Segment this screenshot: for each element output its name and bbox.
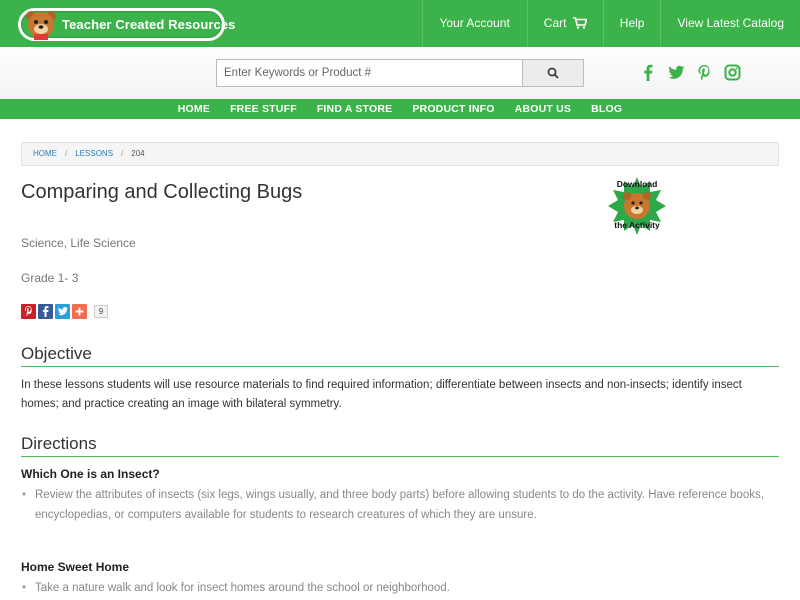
twitter-icon xyxy=(57,307,68,316)
help-label: Help xyxy=(619,16,645,30)
cart-link[interactable]: Cart xyxy=(526,0,603,47)
badge-text-top: Download xyxy=(617,179,658,189)
share-buttons: 9 xyxy=(21,304,108,319)
nav-product-info[interactable]: PRODUCT INFO xyxy=(402,99,504,119)
top-bar: Teacher Created Resources Your Account C… xyxy=(0,0,800,47)
instagram-icon[interactable] xyxy=(724,64,741,81)
share-facebook-button[interactable] xyxy=(38,304,53,319)
direction-bullet: Take a nature walk and look for insect h… xyxy=(21,578,781,598)
account-nav: Your Account Cart Help View Latest Catal… xyxy=(421,0,800,47)
site-logo[interactable]: Teacher Created Resources xyxy=(18,8,235,41)
nav-home[interactable]: HOME xyxy=(168,99,220,119)
direction-title: Home Sweet Home xyxy=(21,560,130,574)
view-catalog-link[interactable]: View Latest Catalog xyxy=(660,0,800,47)
bear-mascot-icon xyxy=(26,11,56,40)
pinterest-icon[interactable] xyxy=(696,64,713,81)
breadcrumb-current: 204 xyxy=(131,149,145,158)
breadcrumb-lessons[interactable]: LESSONS xyxy=(75,149,113,158)
nav-blog[interactable]: BLOG xyxy=(581,99,632,119)
direction-bullet: Review the attributes of insects (six le… xyxy=(21,485,781,525)
social-links xyxy=(640,64,741,81)
share-more-button[interactable] xyxy=(72,304,87,319)
share-count: 9 xyxy=(94,305,108,318)
breadcrumb-separator: / xyxy=(121,149,124,158)
help-link[interactable]: Help xyxy=(602,0,661,47)
share-pinterest-button[interactable] xyxy=(21,304,36,319)
direction-title: Which One is an Insect? xyxy=(21,467,160,481)
page-title: Comparing and Collecting Bugs xyxy=(21,181,303,203)
objective-text: In these lessons students will use resou… xyxy=(21,379,742,410)
facebook-icon[interactable] xyxy=(640,64,657,81)
breadcrumb-separator: / xyxy=(65,149,68,158)
download-activity-badge[interactable]: Download the Activity xyxy=(606,175,668,237)
search-button[interactable] xyxy=(522,59,584,87)
facebook-icon xyxy=(42,306,49,317)
lesson-grade: Grade 1- 3 xyxy=(21,271,79,285)
logo-text: Teacher Created Resources xyxy=(62,17,236,32)
logo-badge: Teacher Created Resources xyxy=(21,11,235,40)
search-icon xyxy=(547,67,559,79)
nav-find-a-store[interactable]: FIND A STORE xyxy=(307,99,403,119)
badge-text-bottom: the Activity xyxy=(614,220,660,230)
directions-heading: Directions xyxy=(21,434,779,457)
search-input[interactable] xyxy=(216,59,523,87)
nav-about-us[interactable]: ABOUT US xyxy=(505,99,581,119)
search-band xyxy=(0,47,800,99)
nav-free-stuff[interactable]: FREE STUFF xyxy=(220,99,307,119)
plus-icon xyxy=(75,307,84,316)
share-twitter-button[interactable] xyxy=(55,304,70,319)
main-nav: HOME FREE STUFF FIND A STORE PRODUCT INF… xyxy=(0,99,800,119)
breadcrumb: HOME / LESSONS / 204 xyxy=(21,142,779,166)
cart-icon xyxy=(572,17,587,29)
twitter-icon[interactable] xyxy=(668,64,685,81)
cart-label: Cart xyxy=(543,16,567,30)
objective-heading: Objective xyxy=(21,344,779,367)
your-account-label: Your Account xyxy=(439,16,510,30)
pinterest-icon xyxy=(25,306,32,317)
lesson-subject: Science, Life Science xyxy=(21,236,136,250)
breadcrumb-home[interactable]: HOME xyxy=(33,149,57,158)
view-catalog-label: View Latest Catalog xyxy=(677,16,784,30)
your-account-link[interactable]: Your Account xyxy=(421,0,527,47)
